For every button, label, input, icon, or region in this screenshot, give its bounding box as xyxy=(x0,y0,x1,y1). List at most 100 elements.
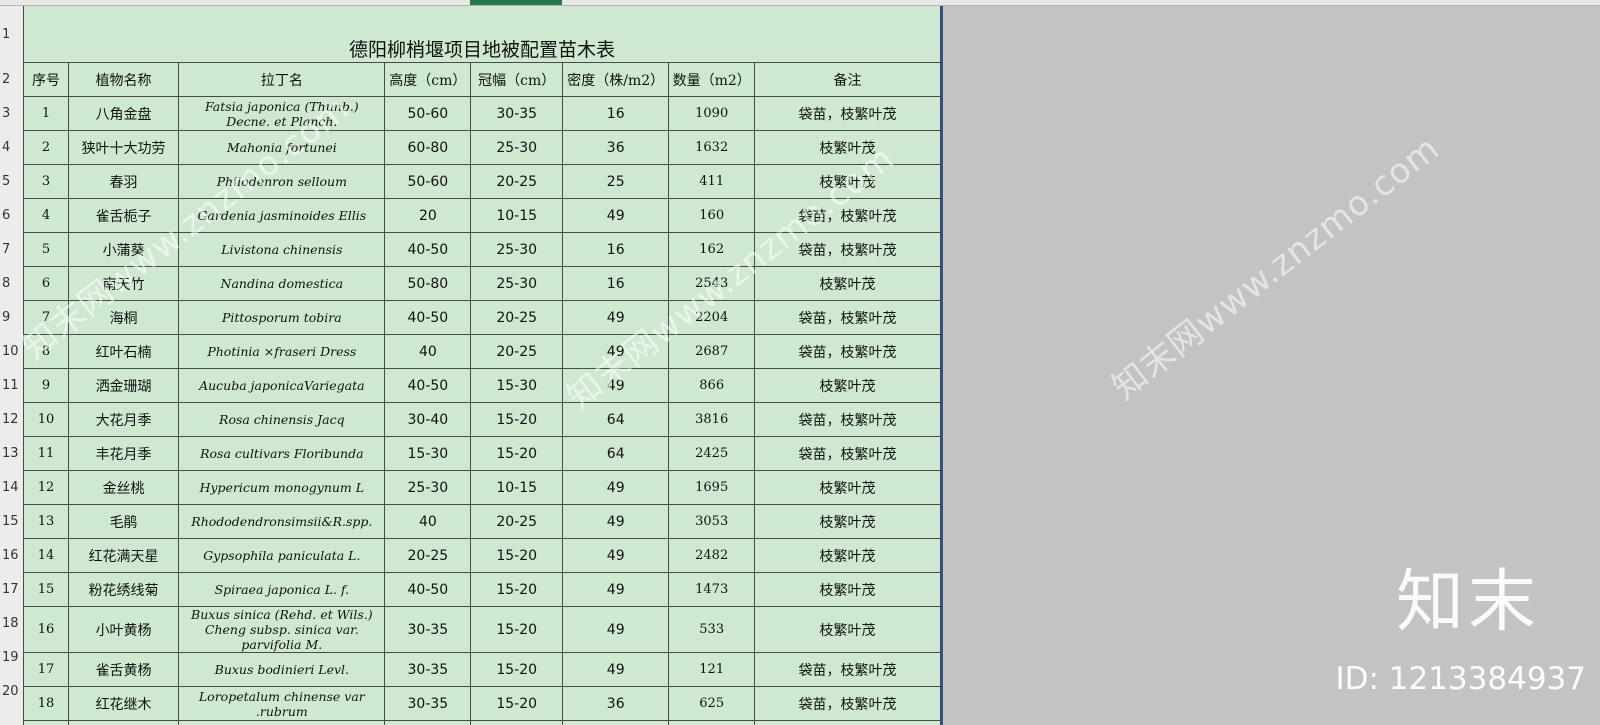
cell-seq[interactable]: 17 xyxy=(23,652,69,687)
cell-latin-name[interactable]: Gardenia jasminoides Ellis xyxy=(178,198,386,233)
header-cell[interactable]: 植物名称 xyxy=(67,62,180,97)
empty-cell[interactable] xyxy=(754,720,941,725)
cell-crown[interactable]: 30-35 xyxy=(470,96,564,131)
row-number[interactable]: 4 xyxy=(0,130,23,164)
cell-latin-name[interactable]: Gypsophila paniculata L. xyxy=(178,538,386,573)
cell-density[interactable]: 49 xyxy=(562,538,670,573)
cell-density[interactable]: 64 xyxy=(562,402,670,437)
cell-density[interactable]: 49 xyxy=(562,300,670,335)
cell-seq[interactable]: 5 xyxy=(23,232,69,267)
cell-seq[interactable]: 15 xyxy=(23,572,69,607)
cell-height[interactable]: 40-50 xyxy=(384,368,472,403)
cell-remark[interactable]: 枝繁叶茂 xyxy=(754,504,941,539)
cell-crown[interactable]: 15-30 xyxy=(470,368,564,403)
cell-latin-name[interactable]: Hypericum monogynum L xyxy=(178,470,386,505)
row-number[interactable]: 2 xyxy=(0,62,23,96)
cell-density[interactable]: 49 xyxy=(562,198,670,233)
header-cell[interactable]: 数量（m2） xyxy=(668,62,756,97)
row-number[interactable]: 6 xyxy=(0,198,23,232)
cell-remark[interactable]: 袋苗，枝繁叶茂 xyxy=(754,402,941,437)
cell-height[interactable]: 50-60 xyxy=(384,96,472,131)
header-cell[interactable]: 高度（cm） xyxy=(384,62,472,97)
cell-quantity[interactable]: 2204 xyxy=(668,300,756,335)
empty-cell[interactable] xyxy=(23,720,69,725)
cell-seq[interactable]: 1 xyxy=(23,96,69,131)
cell-seq[interactable]: 18 xyxy=(23,686,69,721)
cell-quantity[interactable]: 1695 xyxy=(668,470,756,505)
cell-crown[interactable]: 15-20 xyxy=(470,686,564,721)
header-cell[interactable]: 备注 xyxy=(754,62,941,97)
cell-remark[interactable]: 枝繁叶茂 xyxy=(754,164,941,199)
cell-density[interactable]: 49 xyxy=(562,606,670,653)
row-number[interactable]: 14 xyxy=(0,470,23,504)
cell-latin-name[interactable]: Rosa chinensis Jacq xyxy=(178,402,386,437)
empty-cell[interactable] xyxy=(470,720,564,725)
cell-crown[interactable]: 10-15 xyxy=(470,470,564,505)
cell-remark[interactable]: 枝繁叶茂 xyxy=(754,470,941,505)
cell-quantity[interactable]: 411 xyxy=(668,164,756,199)
row-number[interactable]: 20 xyxy=(0,674,23,708)
cell-quantity[interactable]: 2482 xyxy=(668,538,756,573)
cell-density[interactable]: 16 xyxy=(562,266,670,301)
cell-crown[interactable]: 25-30 xyxy=(470,266,564,301)
cell-remark[interactable]: 枝繁叶茂 xyxy=(754,572,941,607)
cell-quantity[interactable]: 121 xyxy=(668,652,756,687)
cell-plant-name[interactable]: 南天竹 xyxy=(67,266,180,301)
cell-quantity[interactable]: 1632 xyxy=(668,130,756,165)
row-number[interactable]: 10 xyxy=(0,334,23,368)
table-title[interactable]: 德阳柳梢堰项目地被配置苗木表 xyxy=(23,6,941,63)
cell-height[interactable]: 50-60 xyxy=(384,164,472,199)
cell-latin-name[interactable]: Pittosporum tobira xyxy=(178,300,386,335)
cell-crown[interactable]: 20-25 xyxy=(470,334,564,369)
cell-plant-name[interactable]: 红叶石楠 xyxy=(67,334,180,369)
cell-height[interactable]: 40-50 xyxy=(384,300,472,335)
header-cell[interactable]: 密度（株/m2） xyxy=(562,62,670,97)
cell-remark[interactable]: 袋苗，枝繁叶茂 xyxy=(754,436,941,471)
cell-plant-name[interactable]: 红花满天星 xyxy=(67,538,180,573)
cell-crown[interactable]: 20-25 xyxy=(470,300,564,335)
cell-crown[interactable]: 15-20 xyxy=(470,402,564,437)
cell-plant-name[interactable]: 春羽 xyxy=(67,164,180,199)
cell-height[interactable]: 30-35 xyxy=(384,606,472,653)
cell-quantity[interactable]: 533 xyxy=(668,606,756,653)
cell-plant-name[interactable]: 狭叶十大功劳 xyxy=(67,130,180,165)
cell-seq[interactable]: 12 xyxy=(23,470,69,505)
cell-crown[interactable]: 15-20 xyxy=(470,606,564,653)
empty-cell[interactable] xyxy=(67,720,180,725)
cell-remark[interactable]: 袋苗，枝繁叶茂 xyxy=(754,652,941,687)
cell-density[interactable]: 25 xyxy=(562,164,670,199)
row-number[interactable]: 7 xyxy=(0,232,23,266)
cell-latin-name[interactable]: Buxus bodinieri Levl. xyxy=(178,652,386,687)
cell-height[interactable]: 40 xyxy=(384,334,472,369)
cell-remark[interactable]: 袋苗，枝繁叶茂 xyxy=(754,232,941,267)
cell-quantity[interactable]: 160 xyxy=(668,198,756,233)
cell-seq[interactable]: 4 xyxy=(23,198,69,233)
row-number[interactable]: 13 xyxy=(0,436,23,470)
cell-remark[interactable]: 枝繁叶茂 xyxy=(754,368,941,403)
cell-density[interactable]: 64 xyxy=(562,436,670,471)
cell-density[interactable]: 49 xyxy=(562,470,670,505)
cell-density[interactable]: 16 xyxy=(562,232,670,267)
cell-remark[interactable]: 袋苗，枝繁叶茂 xyxy=(754,198,941,233)
cell-seq[interactable]: 2 xyxy=(23,130,69,165)
cell-quantity[interactable]: 866 xyxy=(668,368,756,403)
cell-crown[interactable]: 25-30 xyxy=(470,130,564,165)
cell-height[interactable]: 30-35 xyxy=(384,652,472,687)
cell-plant-name[interactable]: 洒金珊瑚 xyxy=(67,368,180,403)
cell-plant-name[interactable]: 雀舌黄杨 xyxy=(67,652,180,687)
row-number[interactable]: 12 xyxy=(0,402,23,436)
cell-remark[interactable]: 枝繁叶茂 xyxy=(754,266,941,301)
cell-remark[interactable]: 枝繁叶茂 xyxy=(754,130,941,165)
row-number[interactable]: 8 xyxy=(0,266,23,300)
cell-latin-name[interactable]: Philodenron selloum xyxy=(178,164,386,199)
cell-quantity[interactable]: 625 xyxy=(668,686,756,721)
cell-height[interactable]: 15-30 xyxy=(384,436,472,471)
cell-crown[interactable]: 25-30 xyxy=(470,232,564,267)
row-number[interactable]: 19 xyxy=(0,640,23,674)
cell-latin-name[interactable]: Spiraea japonica L. f. xyxy=(178,572,386,607)
cell-crown[interactable]: 15-20 xyxy=(470,652,564,687)
cell-remark[interactable]: 枝繁叶茂 xyxy=(754,538,941,573)
cell-plant-name[interactable]: 毛鹃 xyxy=(67,504,180,539)
cell-seq[interactable]: 8 xyxy=(23,334,69,369)
row-number[interactable]: 17 xyxy=(0,572,23,606)
